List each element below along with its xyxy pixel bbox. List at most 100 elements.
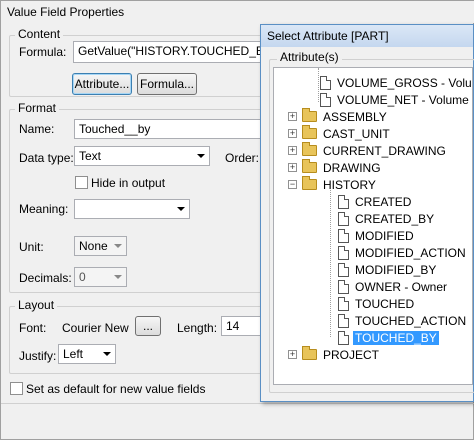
divider	[1, 403, 474, 404]
formula-label: Formula:	[19, 45, 67, 59]
meaning-combo[interactable]	[74, 199, 190, 219]
tree-folder-item[interactable]: + ASSEMBLY	[288, 108, 389, 125]
chevron-down-icon	[177, 207, 185, 211]
tree-item-label: VOLUME_GROSS - Volume	[337, 75, 472, 90]
tree-leaf-item[interactable]: MODIFIED_ACTION	[338, 244, 468, 261]
tree-leaf-item[interactable]: TOUCHED_BY	[338, 329, 439, 346]
set-default-label: Set as default for new value fields	[26, 382, 206, 396]
folder-icon	[302, 176, 317, 190]
tree-item-label: VOLUME_NET - Volume wi	[337, 92, 473, 107]
hide-in-output-checkbox[interactable]	[75, 176, 88, 189]
attr-dialog-title: Select Attribute [PART]	[261, 25, 473, 47]
content-group-label: Content	[15, 27, 64, 41]
chevron-down-icon	[114, 275, 122, 279]
tree-item-label: TOUCHED_BY	[353, 330, 439, 345]
tree-item-label: MODIFIED_BY	[355, 262, 437, 277]
tree-leaf-item[interactable]: VOLUME_NET - Volume wi	[320, 91, 473, 108]
attribute-button[interactable]: Attribute...	[72, 73, 132, 95]
tree-folder-item[interactable]: + CAST_UNIT	[288, 125, 392, 142]
meaning-label: Meaning:	[19, 202, 69, 216]
tree-leaf-item[interactable]: CREATED	[338, 193, 413, 210]
tree-item-label: OWNER - Owner	[355, 279, 448, 294]
tree-item-label: CREATED	[355, 194, 412, 209]
tree-folder-item[interactable]: − HISTORY	[288, 176, 378, 193]
tree-leaf-item[interactable]: TOUCHED_ACTION	[338, 312, 468, 329]
collapse-icon[interactable]: −	[288, 180, 297, 189]
folder-icon	[302, 108, 317, 122]
font-value: Courier New	[62, 321, 129, 335]
tree-leaf-item[interactable]: VOLUME_GROSS - Volume	[320, 74, 472, 91]
document-icon	[338, 211, 349, 226]
tree-item-label: MODIFIED	[355, 228, 414, 243]
tree-item-label: HISTORY	[323, 177, 376, 192]
datatype-value: Text	[79, 149, 102, 163]
formula-field[interactable]: GetValue("HISTORY.TOUCHED_BY")	[73, 41, 263, 63]
document-icon	[338, 194, 349, 209]
unit-combo[interactable]: None	[74, 236, 127, 256]
set-default-checkbox[interactable]	[10, 382, 23, 395]
document-icon	[338, 313, 349, 328]
tree-item-label: TOUCHED	[355, 296, 415, 311]
tree-item-label: MODIFIED_ACTION	[355, 245, 466, 260]
tree-folder-item[interactable]: + CURRENT_DRAWING	[288, 142, 448, 159]
folder-icon	[302, 142, 317, 156]
tree-leaf-item[interactable]: MODIFIED	[338, 227, 416, 244]
document-icon	[320, 92, 331, 107]
length-field[interactable]: 14	[221, 316, 265, 336]
document-icon	[338, 330, 349, 345]
folder-icon	[302, 159, 317, 173]
document-icon	[338, 262, 349, 277]
tree-leaf-item[interactable]: OWNER - Owner	[338, 278, 449, 295]
justify-combo[interactable]: Left	[58, 344, 116, 364]
datatype-combo[interactable]: Text	[74, 146, 210, 166]
length-label: Length:	[177, 321, 218, 335]
tree-folder-item[interactable]: + DRAWING	[288, 159, 383, 176]
chevron-down-icon	[197, 154, 205, 158]
expand-icon[interactable]: +	[288, 129, 297, 138]
font-label: Font:	[19, 321, 47, 335]
tree-item-label: CURRENT_DRAWING	[323, 143, 446, 158]
tree-folder-item[interactable]: + PROJECT	[288, 346, 381, 363]
document-icon	[320, 75, 331, 90]
attributes-group-label: Attribute(s)	[277, 50, 342, 64]
folder-icon	[302, 125, 317, 139]
chevron-down-icon	[103, 352, 111, 356]
order-label: Order:	[225, 151, 260, 165]
tree-item-label: TOUCHED_ACTION	[355, 313, 467, 328]
justify-label: Justify:	[19, 349, 57, 363]
decimals-spinner[interactable]: 0	[74, 267, 127, 287]
document-icon	[338, 296, 349, 311]
decimals-value: 0	[79, 270, 86, 284]
unit-value: None	[79, 239, 108, 253]
tree-leaf-item[interactable]: CREATED_BY	[338, 210, 436, 227]
justify-value: Left	[63, 347, 84, 361]
datatype-label: Data type:	[19, 151, 74, 165]
tree-connector	[330, 190, 331, 337]
attribute-tree[interactable]: VOLUME_GROSS - Volume VOLUME_NET - Volume…	[273, 67, 473, 385]
select-attribute-dialog: Select Attribute [PART] Attribute(s) VOL…	[260, 24, 474, 402]
tree-item-label: DRAWING	[323, 160, 381, 175]
expand-icon[interactable]: +	[288, 163, 297, 172]
chevron-down-icon	[114, 244, 122, 248]
expand-icon[interactable]: +	[288, 146, 297, 155]
tree-connector	[318, 68, 319, 102]
name-field[interactable]: Touched__by	[74, 119, 264, 139]
expand-icon[interactable]: +	[288, 350, 297, 359]
folder-icon	[302, 346, 317, 360]
document-icon	[338, 279, 349, 294]
tree-leaf-item[interactable]: MODIFIED_BY	[338, 261, 438, 278]
hide-in-output-label: Hide in output	[91, 176, 166, 190]
format-group-label: Format	[15, 101, 60, 115]
formula-button[interactable]: Formula...	[137, 73, 197, 95]
tree-item-label: CAST_UNIT	[323, 126, 390, 141]
dialog-title: Value Field Properties	[1, 1, 474, 23]
document-icon	[338, 228, 349, 243]
document-icon	[338, 245, 349, 260]
layout-group-label: Layout	[15, 298, 58, 312]
expand-icon[interactable]: +	[288, 112, 297, 121]
tree-leaf-item[interactable]: TOUCHED	[338, 295, 416, 312]
name-label: Name:	[19, 122, 55, 136]
font-picker-button[interactable]: ...	[135, 316, 161, 336]
tree-item-label: PROJECT	[323, 347, 380, 362]
tree-item-label: CREATED_BY	[355, 211, 435, 226]
